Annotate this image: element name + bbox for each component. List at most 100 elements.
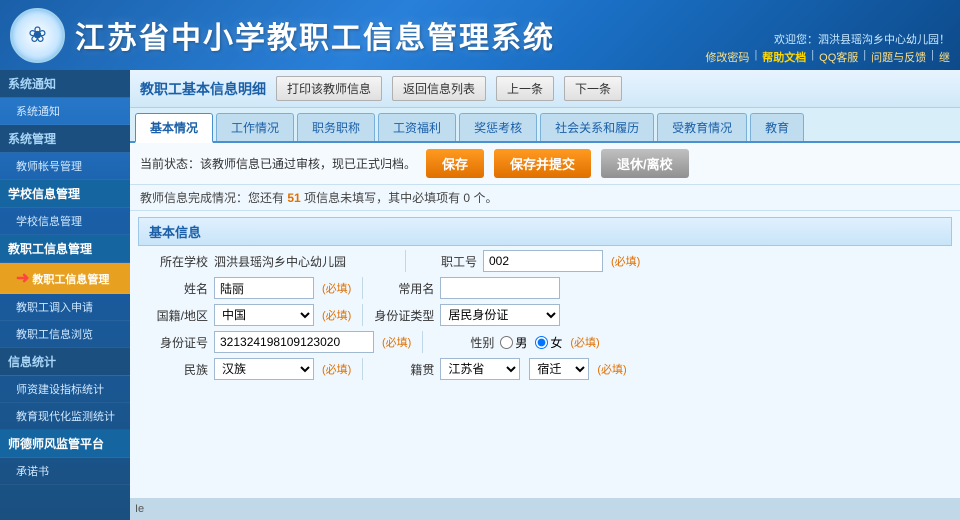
- nationality-select[interactable]: 中国: [214, 304, 314, 326]
- page-title: 教职工基本信息明细: [140, 79, 266, 99]
- help-docs-link[interactable]: 帮助文档: [762, 49, 806, 65]
- divider: [405, 250, 406, 272]
- native-place-city-select[interactable]: 宿迁: [529, 358, 589, 380]
- main-layout: 系统通知 系统通知 系统管理 教师帐号管理 学校信息管理 学校信息管理 教职工信…: [0, 70, 960, 520]
- sidebar-item-teacher-transfer[interactable]: 教职工调入申请: [0, 294, 130, 321]
- id-type-label: 身份证类型: [374, 307, 434, 324]
- tab-social[interactable]: 社会关系和履历: [540, 113, 654, 141]
- print-btn[interactable]: 打印该教师信息: [276, 76, 382, 101]
- gender-radio-group: 男 女: [500, 334, 562, 351]
- sidebar-section-system-mgmt: 系统管理: [0, 125, 130, 153]
- logo-icon: ❀: [28, 22, 46, 48]
- content-area: 教职工基本信息明细 打印该教师信息 返回信息列表 上一条 下一条 基本情况 工作…: [130, 70, 960, 520]
- form-row-id: 身份证号 (必填) 性别 男 女: [138, 331, 952, 353]
- name-input[interactable]: [214, 277, 314, 299]
- content-body: 基本信息 所在学校 泗洪县瑶沟乡中心幼儿园 职工号 (必填) 姓名 (必填): [130, 211, 960, 520]
- feedback-link[interactable]: 问题与反馈: [871, 49, 926, 65]
- sidebar-section-morality: 师德师风监管平台: [0, 430, 130, 458]
- gender-label: 性别: [434, 334, 494, 351]
- name-note: (必填): [322, 280, 351, 296]
- logo: ❀: [10, 8, 65, 63]
- divider5: [362, 358, 363, 380]
- native-place-select[interactable]: 江苏省: [440, 358, 520, 380]
- form-area: 所在学校 泗洪县瑶沟乡中心幼儿园 职工号 (必填) 姓名 (必填) 常用名: [130, 250, 960, 385]
- sidebar-item-teacher-browse[interactable]: 教职工信息浏览: [0, 321, 130, 348]
- nationality-note: (必填): [322, 307, 351, 323]
- header-links: 修改密码 | 帮助文档 | QQ客服 | 问题与反馈 | 继: [705, 49, 950, 65]
- tab-reward[interactable]: 奖惩考核: [459, 113, 537, 141]
- sidebar-section-teacher-info: 教职工信息管理: [0, 235, 130, 263]
- tab-work[interactable]: 工作情况: [216, 113, 294, 141]
- change-password-link[interactable]: 修改密码: [705, 49, 749, 65]
- sidebar-item-teacher-account[interactable]: 教师帐号管理: [0, 153, 130, 180]
- app-title: 江苏省中小学教职工信息管理系统: [75, 13, 555, 57]
- tabs-bar: 基本情况 工作情况 职务职称 工资福利 奖惩考核 社会关系和履历 受教育情况 教…: [130, 108, 960, 143]
- next-btn[interactable]: 下一条: [564, 76, 622, 101]
- gender-female-radio[interactable]: [535, 336, 548, 349]
- nationality-label: 国籍/地区: [138, 307, 208, 324]
- status-text: 当前状态：该教师信息已通过审核，现已正式归档。: [140, 155, 416, 172]
- divider4: [422, 331, 423, 353]
- save-button[interactable]: 保存: [426, 149, 484, 178]
- sidebar-section-stats: 信息统计: [0, 348, 130, 376]
- header-right: 欢迎您：泗洪县瑶沟乡中心幼儿园！ 修改密码 | 帮助文档 | QQ客服 | 问题…: [705, 0, 950, 70]
- content-header: 教职工基本信息明细 打印该教师信息 返回信息列表 上一条 下一条: [130, 70, 960, 108]
- incomplete-count: 51: [287, 191, 300, 205]
- employee-id-label: 职工号: [417, 253, 477, 270]
- tab-education[interactable]: 受教育情况: [657, 113, 747, 141]
- ethnicity-select[interactable]: 汉族: [214, 358, 314, 380]
- top-header: ❀ 江苏省中小学教职工信息管理系统 欢迎您：泗洪县瑶沟乡中心幼儿园！ 修改密码 …: [0, 0, 960, 70]
- sidebar-section-system-notify: 系统通知: [0, 70, 130, 98]
- sidebar-item-teacher-info-mgmt[interactable]: ➜教职工信息管理: [0, 263, 130, 294]
- tab-salary[interactable]: 工资福利: [378, 113, 456, 141]
- divider3: [362, 304, 363, 326]
- gender-male-label: 男: [515, 334, 527, 351]
- form-row-nationality: 国籍/地区 中国 (必填) 身份证类型 居民身份证: [138, 304, 952, 326]
- sidebar: 系统通知 系统通知 系统管理 教师帐号管理 学校信息管理 学校信息管理 教职工信…: [0, 70, 130, 520]
- form-row-school: 所在学校 泗洪县瑶沟乡中心幼儿园 职工号 (必填): [138, 250, 952, 272]
- sidebar-section-school-info: 学校信息管理: [0, 180, 130, 208]
- prev-btn[interactable]: 上一条: [496, 76, 554, 101]
- sidebar-item-promise[interactable]: 承诺书: [0, 458, 130, 485]
- usual-name-label: 常用名: [374, 280, 434, 297]
- bottom-text: Ie: [135, 503, 144, 515]
- id-number-note: (必填): [382, 334, 411, 350]
- sidebar-item-teacher-stats[interactable]: 师资建设指标统计: [0, 376, 130, 403]
- section-basic-info: 基本信息: [138, 217, 952, 246]
- status-bar: 当前状态：该教师信息已通过审核，现已正式归档。 保存 保存并提交 退休/离校: [130, 143, 960, 185]
- divider2: [362, 277, 363, 299]
- retire-button[interactable]: 退休/离校: [601, 149, 689, 178]
- arrow-icon: ➜: [16, 268, 29, 288]
- name-label: 姓名: [138, 280, 208, 297]
- gender-male-radio[interactable]: [500, 336, 513, 349]
- form-row-ethnicity: 民族 汉族 (必填) 籍贯 江苏省 宿迁 (必填): [138, 358, 952, 380]
- school-label: 所在学校: [138, 253, 208, 270]
- tab-position[interactable]: 职务职称: [297, 113, 375, 141]
- employee-id-input[interactable]: [483, 250, 603, 272]
- native-place-note: (必填): [597, 361, 626, 377]
- qq-service-link[interactable]: QQ客服: [819, 49, 858, 65]
- ethnicity-label: 民族: [138, 361, 208, 378]
- return-list-btn[interactable]: 返回信息列表: [392, 76, 486, 101]
- gender-female-option[interactable]: 女: [535, 334, 562, 351]
- sidebar-item-edu-stats[interactable]: 教育现代化监测统计: [0, 403, 130, 430]
- save-submit-button[interactable]: 保存并提交: [494, 149, 591, 178]
- ethnicity-note: (必填): [322, 361, 351, 377]
- usual-name-input[interactable]: [440, 277, 560, 299]
- id-type-select[interactable]: 居民身份证: [440, 304, 560, 326]
- sidebar-item-system-notify[interactable]: 系统通知: [0, 98, 130, 125]
- native-place-label: 籍贯: [374, 361, 434, 378]
- tab-basic[interactable]: 基本情况: [135, 113, 213, 143]
- bottom-bar: Ie: [130, 498, 960, 520]
- id-number-input[interactable]: [214, 331, 374, 353]
- gender-note: (必填): [570, 334, 599, 350]
- employee-id-note: (必填): [611, 253, 640, 269]
- gender-female-label: 女: [550, 334, 562, 351]
- more-link[interactable]: 继: [939, 49, 950, 65]
- sidebar-item-school-info[interactable]: 学校信息管理: [0, 208, 130, 235]
- gender-male-option[interactable]: 男: [500, 334, 527, 351]
- id-number-label: 身份证号: [138, 334, 208, 351]
- form-row-name: 姓名 (必填) 常用名: [138, 277, 952, 299]
- welcome-text: 欢迎您：泗洪县瑶沟乡中心幼儿园！: [705, 31, 950, 47]
- tab-edu2[interactable]: 教育: [750, 113, 804, 141]
